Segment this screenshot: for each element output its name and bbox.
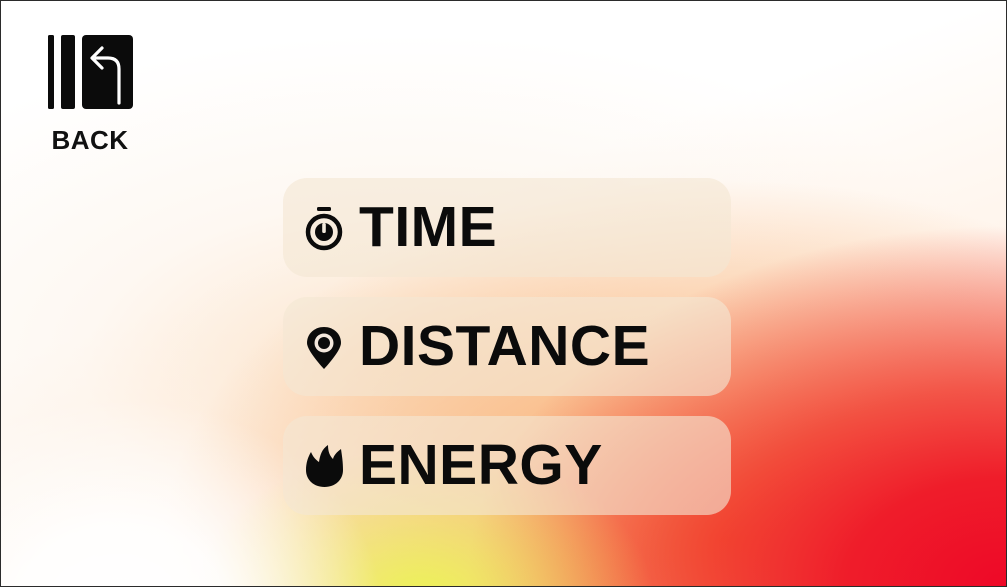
energy-label: ENERGY bbox=[359, 433, 603, 497]
menu-list: TIME DISTANCE ENERGY bbox=[283, 178, 731, 515]
back-label: BACK bbox=[51, 125, 129, 155]
distance-label: DISTANCE bbox=[359, 314, 651, 378]
back-arrow-icon bbox=[48, 35, 133, 109]
energy-button[interactable]: ENERGY bbox=[283, 416, 731, 515]
flame-icon bbox=[306, 444, 343, 487]
time-button[interactable]: TIME bbox=[283, 178, 731, 277]
stopwatch-icon bbox=[305, 206, 343, 250]
back-button[interactable]: BACK bbox=[45, 33, 135, 156]
distance-button[interactable]: DISTANCE bbox=[283, 297, 731, 396]
screen: BACK TIME DISTANCE ENERGY bbox=[0, 0, 1007, 587]
map-pin-icon bbox=[307, 326, 341, 369]
time-label: TIME bbox=[359, 195, 498, 259]
